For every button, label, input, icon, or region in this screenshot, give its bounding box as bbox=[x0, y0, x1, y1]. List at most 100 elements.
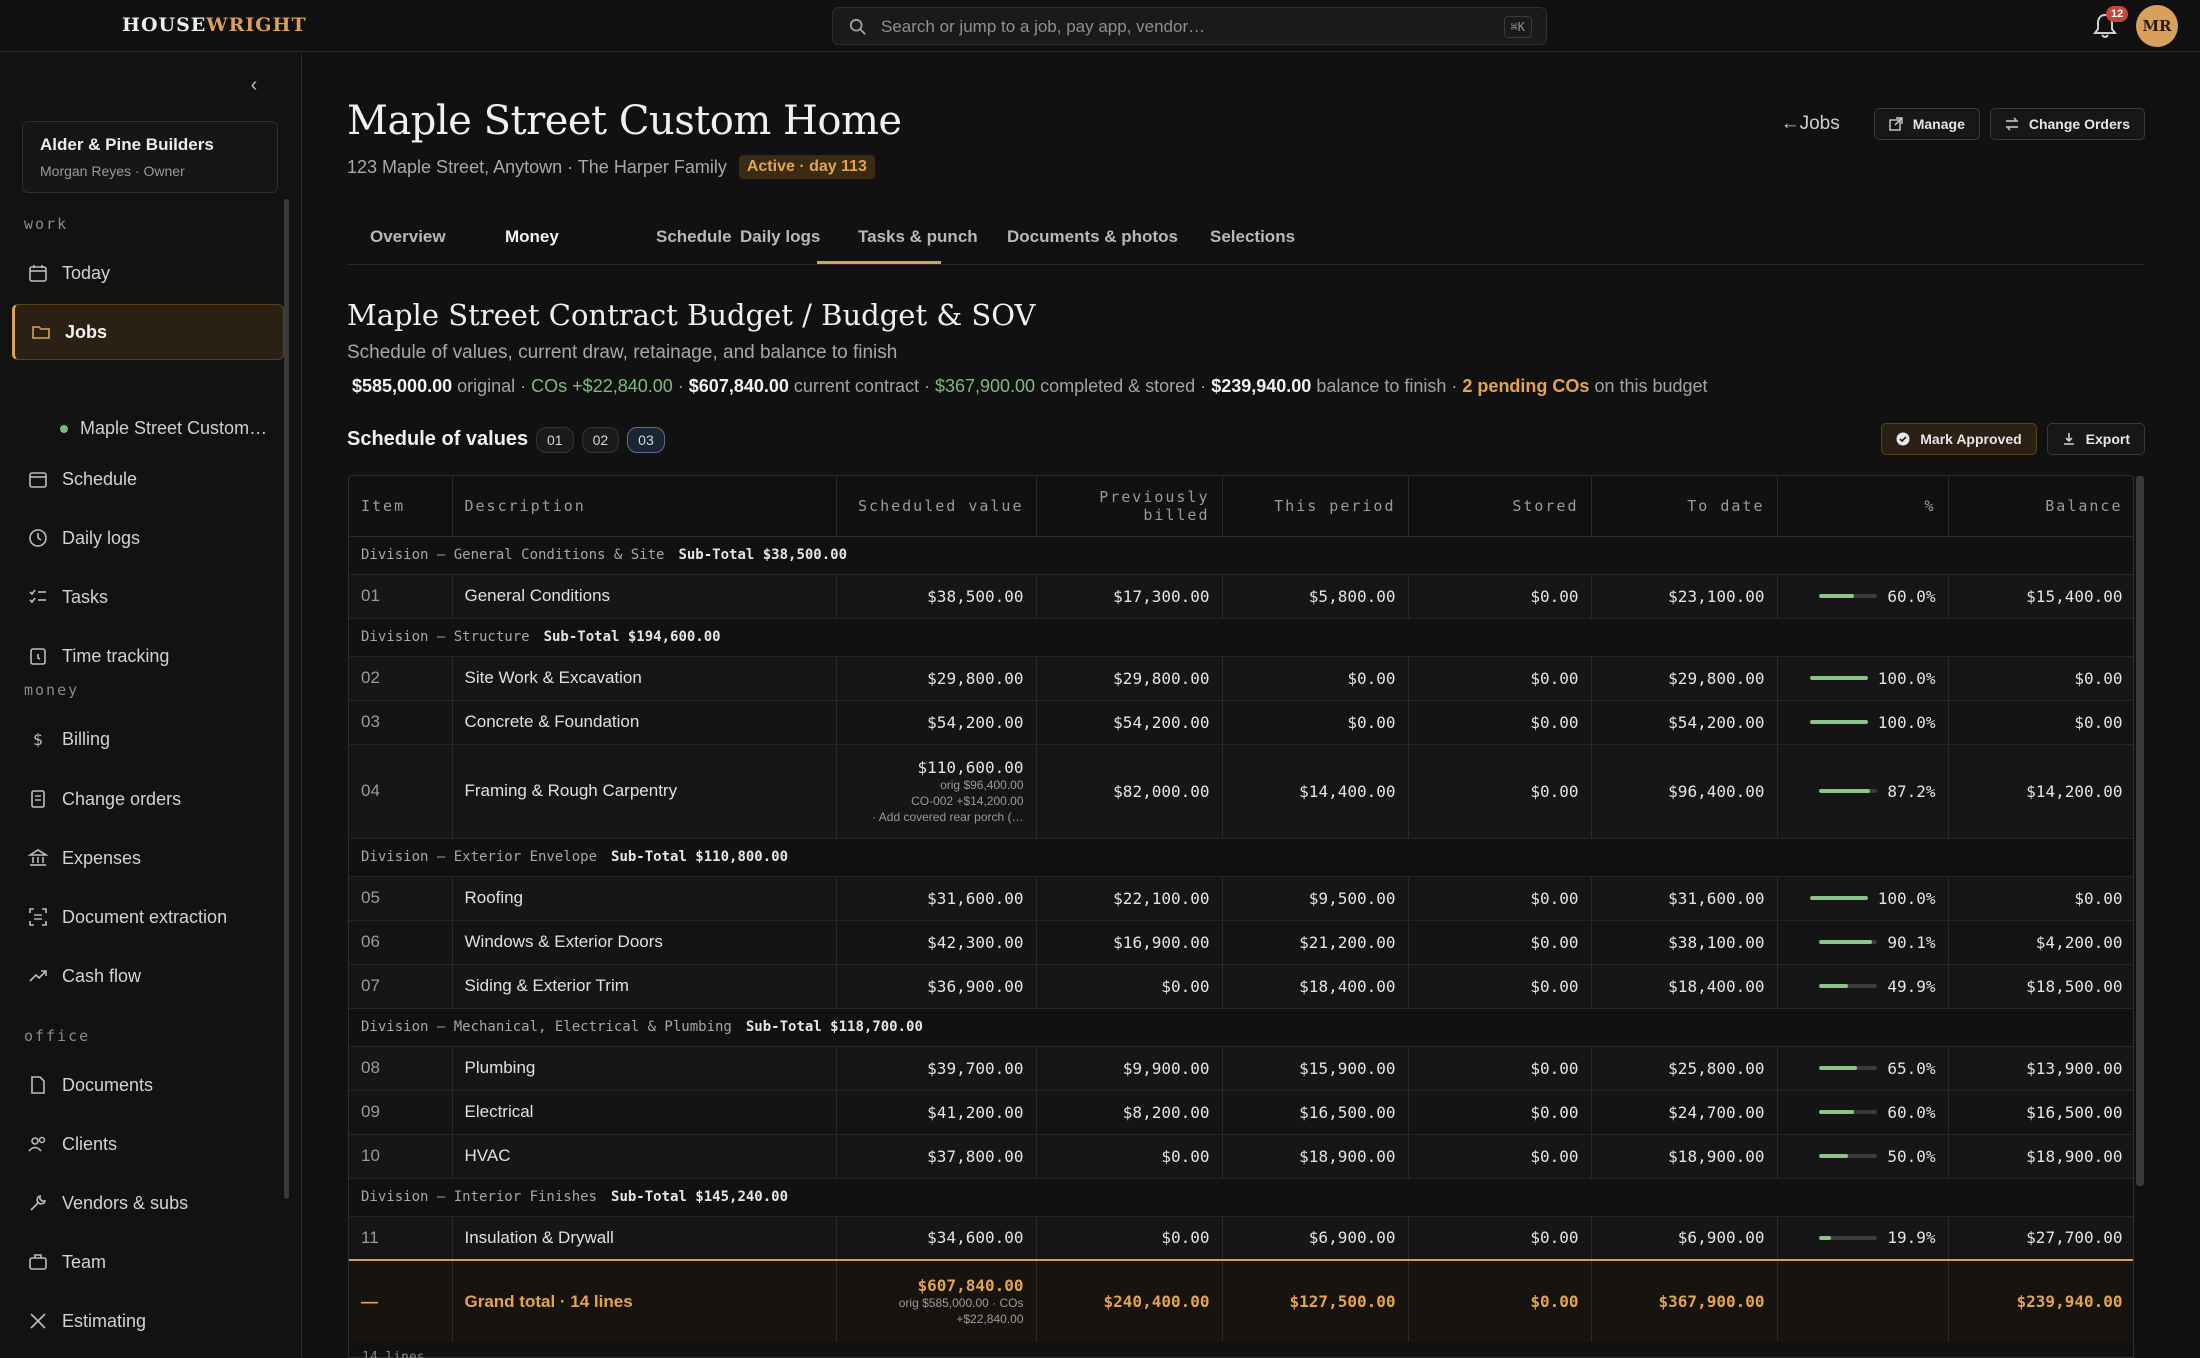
chip-02[interactable]: 02 bbox=[581, 427, 620, 453]
sidebar-item-cash-flow[interactable]: Cash flow bbox=[12, 948, 284, 1004]
table-row[interactable]: 11 Insulation & Drywall $34,600.00 $0.00 $6,… bbox=[349, 1216, 2133, 1261]
sidebar-item-document-extraction[interactable]: Document extraction bbox=[12, 889, 284, 945]
total-scheduled-value: $607,840.00 bbox=[917, 1276, 1024, 1295]
cell-prev-billed: $0.00 bbox=[1036, 1216, 1223, 1261]
mark-approved-label: Mark Approved bbox=[1920, 431, 2022, 447]
col-pct[interactable]: % bbox=[1777, 476, 1949, 537]
jobs-back-link[interactable]: ←Jobs bbox=[1781, 113, 1840, 135]
table-row[interactable]: 04 Framing & Rough Carpentry $110,600.00 or… bbox=[349, 744, 2133, 839]
cell-item: 11 bbox=[349, 1216, 453, 1261]
org-name: Alder & Pine Builders bbox=[40, 135, 214, 154]
mark-approved-button[interactable]: Mark Approved bbox=[1881, 423, 2037, 455]
manage-button[interactable]: Manage bbox=[1873, 108, 1980, 140]
cell-prev-billed: $0.00 bbox=[1036, 964, 1223, 1009]
table-row[interactable]: 01 General Conditions $38,500.00 $17,300.00… bbox=[349, 574, 2133, 619]
cell-this-period: $16,500.00 bbox=[1222, 1090, 1409, 1135]
table-row[interactable]: 06 Windows & Exterior Doors $42,300.00 $16,… bbox=[349, 920, 2133, 965]
chip-03[interactable]: 03 bbox=[627, 427, 665, 453]
progress-bar bbox=[1819, 940, 1878, 944]
sidebar-item-team[interactable]: Team bbox=[12, 1234, 284, 1290]
cell-pct: 100.0% bbox=[1777, 656, 1949, 701]
table-row[interactable]: 02 Site Work & Excavation $29,800.00 $29,80… bbox=[349, 656, 2133, 701]
pct-label: 49.9% bbox=[1887, 976, 1936, 996]
tab-documents[interactable]: Documents & photos bbox=[1007, 227, 1178, 247]
col-item[interactable]: Item bbox=[349, 476, 453, 537]
calendar-icon bbox=[29, 265, 47, 282]
progress-fill bbox=[1819, 1110, 1855, 1114]
chip-01[interactable]: 01 bbox=[536, 427, 574, 453]
sidebar-item-documents[interactable]: Documents bbox=[12, 1057, 284, 1113]
cell-to-date: $23,100.00 bbox=[1591, 574, 1778, 619]
sidebar-item-time-tracking[interactable]: Time tracking bbox=[12, 628, 284, 684]
cell-scheduled: $34,600.00 bbox=[836, 1216, 1037, 1261]
search-icon bbox=[849, 18, 866, 35]
sidebar-subitem-label: Maple Street Custom… bbox=[80, 418, 268, 438]
cell-scheduled: $38,500.00 bbox=[836, 574, 1037, 619]
cell-pct: 19.9% bbox=[1777, 1216, 1949, 1261]
job-tabs: Overview Money Schedule Daily logs Tasks… bbox=[347, 211, 2145, 265]
table-row[interactable]: 10 HVAC $37,800.00 $0.00 $18,900.00 $0.00 $18,… bbox=[349, 1134, 2133, 1179]
tab-daily-logs[interactable]: Daily logs bbox=[740, 227, 820, 247]
cell-stored: $0.00 bbox=[1408, 920, 1592, 965]
brand-logo[interactable]: HOUSEWRIGHT bbox=[122, 14, 307, 36]
table-row[interactable]: 08 Plumbing $39,700.00 $9,900.00 $15,900.00 $… bbox=[349, 1046, 2133, 1091]
sidebar-item-daily-logs[interactable]: Daily logs bbox=[12, 510, 284, 566]
table-row[interactable]: 05 Roofing $31,600.00 $22,100.00 $9,500.00 $0… bbox=[349, 876, 2133, 921]
total-balance: $239,940.00 bbox=[1948, 1260, 2133, 1342]
col-scheduled[interactable]: Scheduled value bbox=[836, 476, 1037, 537]
col-stored[interactable]: Stored bbox=[1408, 476, 1592, 537]
cell-prev-billed: $17,300.00 bbox=[1036, 574, 1223, 619]
scheduled-co[interactable]: CO-002 +$14,200.00 bbox=[849, 793, 1023, 809]
cell-balance: $0.00 bbox=[1948, 700, 2133, 745]
sidebar-item-today[interactable]: Today bbox=[12, 245, 284, 301]
summary-pending-cos[interactable]: 2 pending COs bbox=[1462, 376, 1589, 396]
cell-to-date: $29,800.00 bbox=[1591, 656, 1778, 701]
sidebar-item-jobs[interactable]: Jobs bbox=[12, 304, 284, 360]
progress-fill bbox=[1819, 1235, 1831, 1240]
export-label: Export bbox=[2085, 431, 2130, 447]
sidebar-item-billing[interactable]: $ Billing bbox=[12, 711, 284, 767]
col-to-date[interactable]: To date bbox=[1591, 476, 1778, 537]
division-row[interactable]: Division — Interior Finishes Sub-Total $1… bbox=[349, 1178, 2133, 1217]
col-prev-billed[interactable]: Previously billed bbox=[1036, 476, 1223, 537]
summary-completed-label: completed & stored · bbox=[1040, 376, 1207, 396]
sidebar-item-tasks[interactable]: Tasks bbox=[12, 569, 284, 625]
tab-overview[interactable]: Overview bbox=[370, 227, 446, 247]
tab-selections[interactable]: Selections bbox=[1210, 227, 1295, 247]
sidebar-item-expenses[interactable]: Expenses bbox=[12, 830, 284, 886]
sidebar-item-change-orders[interactable]: Change orders bbox=[12, 771, 284, 827]
tab-money[interactable]: Money bbox=[505, 227, 559, 247]
progress-bar bbox=[1809, 720, 1868, 724]
export-button[interactable]: Export bbox=[2046, 423, 2145, 455]
table-scrollbar[interactable] bbox=[2136, 476, 2144, 1186]
sidebar-item-clients[interactable]: Clients bbox=[12, 1116, 284, 1172]
chevron-left-icon[interactable]: ‹ bbox=[244, 75, 264, 95]
sidebar-item-label: Today bbox=[62, 262, 111, 283]
sidebar-scrollbar[interactable] bbox=[284, 199, 289, 1199]
sidebar-item-schedule[interactable]: Schedule bbox=[12, 451, 284, 507]
cell-to-date: $96,400.00 bbox=[1591, 744, 1778, 839]
org-switcher[interactable]: Alder & Pine Builders Morgan Reyes · Own… bbox=[22, 121, 278, 193]
table-row[interactable]: 09 Electrical $41,200.00 $8,200.00 $16,500.0… bbox=[349, 1090, 2133, 1135]
change-orders-button[interactable]: Change Orders bbox=[1989, 108, 2145, 140]
pct-label: 100.0% bbox=[1877, 888, 1936, 908]
division-row[interactable]: Division — Structure Sub-Total $194,600.0… bbox=[349, 618, 2133, 657]
tab-tasks[interactable]: Tasks & punch bbox=[858, 227, 978, 247]
avatar[interactable]: MR bbox=[2136, 5, 2178, 47]
division-row[interactable]: Division — Mechanical, Electrical & Plum… bbox=[349, 1008, 2133, 1047]
table-row[interactable]: 07 Siding & Exterior Trim $36,900.00 $0.00 $… bbox=[349, 964, 2133, 1009]
manage-label: Manage bbox=[1912, 116, 1965, 132]
sidebar-item-estimating[interactable]: Estimating bbox=[12, 1293, 284, 1349]
search-input[interactable]: Search or jump to a job, pay app, vendor… bbox=[832, 7, 1547, 45]
division-row[interactable]: Division — Exterior Envelope Sub-Total $1… bbox=[349, 838, 2133, 877]
col-this-period[interactable]: This period bbox=[1222, 476, 1409, 537]
pct-label: 50.0% bbox=[1887, 1146, 1936, 1166]
sidebar-item-vendors[interactable]: Vendors & subs bbox=[12, 1175, 284, 1231]
sidebar-subitem-job[interactable]: Maple Street Custom… bbox=[60, 418, 267, 439]
tab-schedule[interactable]: Schedule bbox=[656, 227, 732, 247]
col-balance[interactable]: Balance bbox=[1948, 476, 2133, 537]
table-row[interactable]: 03 Concrete & Foundation $54,200.00 $54,200… bbox=[349, 700, 2133, 745]
total-pct bbox=[1777, 1260, 1949, 1342]
division-row[interactable]: Division — General Conditions & Site Sub-… bbox=[349, 536, 2133, 575]
col-description[interactable]: Description bbox=[452, 476, 837, 537]
